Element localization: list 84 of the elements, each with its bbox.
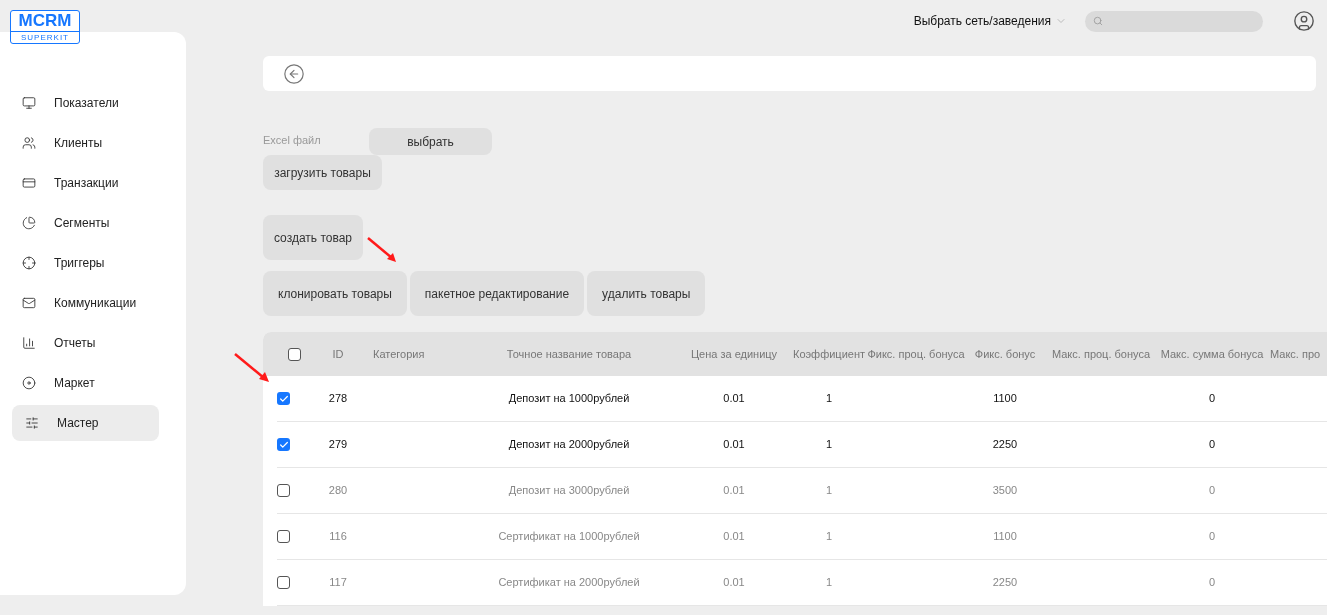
table-cell-text: Депозит на 1000рублей xyxy=(508,391,630,407)
sidebar-item[interactable]: Триггеры xyxy=(12,245,174,281)
sidebar-item[interactable]: Показатели xyxy=(12,85,174,121)
column-header: Макс. сумма бонуса xyxy=(1160,346,1264,362)
table-cell-text: 278 xyxy=(328,391,348,407)
disc-icon xyxy=(22,376,36,390)
column-header: ID xyxy=(332,346,344,362)
table-cell-text: 279 xyxy=(328,437,348,453)
sidebar-item[interactable]: Клиенты xyxy=(12,125,174,161)
table-cell-text: 0 xyxy=(1208,529,1216,545)
column-header: Категория xyxy=(373,346,425,362)
crosshair-icon xyxy=(22,256,36,270)
file-label: Excel файл xyxy=(263,133,322,148)
row-checkbox[interactable] xyxy=(277,484,290,497)
table-row[interactable]: 279 Депозит на 2000рублей 0.01 1 2250 0 xyxy=(277,422,1327,468)
choose-file-button[interactable]: выбрать xyxy=(369,128,492,155)
column-header: Макс. проц. бонуса xyxy=(1051,346,1150,362)
table-cell-text: 0.01 xyxy=(723,437,745,453)
table-cell-text: 0 xyxy=(1208,483,1216,499)
table-cell-text: 2250 xyxy=(992,575,1018,591)
column-header: Макс. про xyxy=(1270,346,1321,362)
table-cell-text: 1 xyxy=(825,391,833,407)
column-header: Фикс. проц. бонуса xyxy=(867,346,965,362)
table-cell-text: 0 xyxy=(1208,391,1216,407)
network-select[interactable]: Выбрать сеть/заведения xyxy=(913,12,1067,30)
column-header: Цена за единицу xyxy=(690,346,778,362)
row-checkbox[interactable] xyxy=(277,438,290,451)
column-header: Фикс. бонус xyxy=(974,346,1036,362)
table-cell-text: 0.01 xyxy=(723,575,745,591)
row-checkbox[interactable] xyxy=(277,392,290,405)
table-cell-text: 0.01 xyxy=(723,529,745,545)
table-row[interactable]: 116 Сертификат на 1000рублей 0.01 1 1100 0 xyxy=(277,514,1327,560)
upload-button[interactable]: загрузить товары xyxy=(263,155,382,190)
sliders-icon xyxy=(25,416,39,430)
table-cell-text: Депозит на 3000рублей xyxy=(508,483,630,499)
table-row[interactable]: 117 Сертификат на 2000рублей 0.01 1 2250 0 xyxy=(277,560,1327,606)
table-cell-text: Сертификат на 1000рублей xyxy=(498,529,640,545)
table-cell-text: 0.01 xyxy=(723,483,745,499)
table-cell-text: 1 xyxy=(825,483,833,499)
column-header: Точное название товара xyxy=(506,346,632,362)
table-cell-text: 1100 xyxy=(993,529,1017,545)
create-button[interactable]: создать товар xyxy=(263,215,363,260)
back-icon[interactable] xyxy=(283,62,305,85)
logo: MCRM SUPERKIT xyxy=(10,10,80,44)
sidebar-item[interactable]: Отчеты xyxy=(12,325,174,361)
table-cell-text: 116 xyxy=(329,529,347,545)
search-icon xyxy=(1093,16,1103,26)
annotation-arrow xyxy=(233,352,271,384)
table-cell-text: Сертификат на 2000рублей xyxy=(498,575,640,591)
action-button[interactable]: клонировать товары xyxy=(263,271,407,316)
bar-chart-icon xyxy=(22,336,36,350)
table-cell-text: 1 xyxy=(825,575,833,591)
sidebar-item[interactable]: Транзакции xyxy=(12,165,174,201)
monitor-icon xyxy=(22,96,36,110)
search-field[interactable] xyxy=(1085,10,1263,32)
row-checkbox[interactable] xyxy=(277,530,290,543)
table-cell-text: 2250 xyxy=(992,437,1018,453)
action-button[interactable]: удалить товары xyxy=(587,271,706,316)
action-button[interactable]: пакетное редактирование xyxy=(409,271,585,316)
table-cell-text: Депозит на 2000рублей xyxy=(508,437,630,453)
annotation-arrow xyxy=(366,236,398,264)
table-row[interactable]: 278 Депозит на 1000рублей 0.01 1 1100 0 xyxy=(277,376,1327,422)
sidebar-item[interactable]: Мастер xyxy=(12,405,159,441)
table-cell-text: 117 xyxy=(329,575,347,591)
table-cell-text: 0 xyxy=(1208,437,1216,453)
select-all-checkbox[interactable] xyxy=(287,347,301,361)
table-cell-text: 0.01 xyxy=(723,391,745,407)
column-header: Коэффициент xyxy=(792,346,866,362)
pie-chart-icon xyxy=(22,216,36,230)
table-cell-text: 1 xyxy=(825,437,833,453)
sidebar-item[interactable]: Маркет xyxy=(12,365,174,401)
users-icon xyxy=(22,136,36,150)
card-icon xyxy=(22,176,36,190)
table-cell-text: 3500 xyxy=(992,483,1018,499)
table-cell-text: 0 xyxy=(1208,575,1216,591)
table-cell-text: 1 xyxy=(825,529,833,545)
envelope-icon xyxy=(22,296,36,310)
table-cell-text: 280 xyxy=(328,483,348,499)
row-checkbox[interactable] xyxy=(277,576,290,589)
user-icon[interactable] xyxy=(1293,10,1315,32)
sidebar-item[interactable]: Коммуникации xyxy=(12,285,174,321)
table-cell-text: 1100 xyxy=(993,391,1017,407)
sidebar-item[interactable]: Сегменты xyxy=(12,205,174,241)
table-row[interactable]: 280 Депозит на 3000рублей 0.01 1 3500 0 xyxy=(277,468,1327,514)
